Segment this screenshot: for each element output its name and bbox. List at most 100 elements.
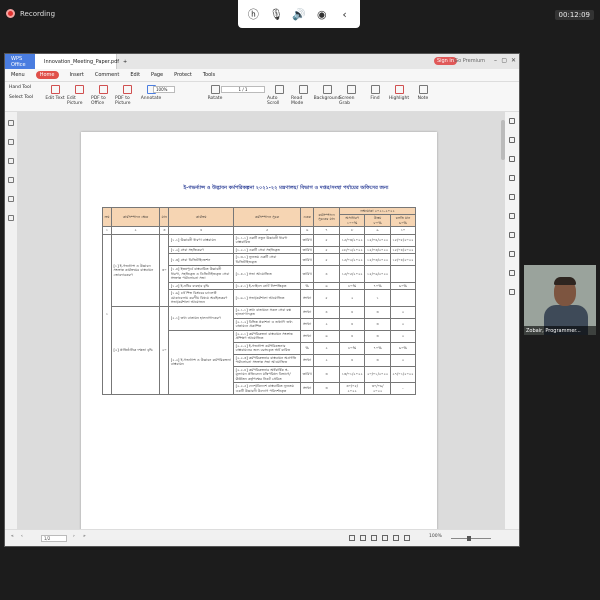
zoom-slider[interactable] (451, 538, 491, 539)
status-page-input[interactable]: 1/2 (41, 535, 67, 542)
menu-protect[interactable]: Protect (174, 72, 192, 78)
fit-page-icon[interactable] (393, 535, 399, 541)
maximize-icon[interactable]: ▢ (501, 57, 507, 64)
find-icon (370, 85, 380, 94)
document-icon[interactable] (509, 137, 515, 143)
zoom-slider-knob[interactable] (467, 536, 471, 541)
pdf-to-office-button[interactable]: PDF to Office (91, 85, 115, 106)
note-button[interactable]: Note (411, 85, 435, 101)
split-icon[interactable] (509, 232, 515, 238)
page-number-input[interactable]: 1 / 1 (221, 86, 265, 93)
target-cell: ১৩/০১/২০২২ (338, 365, 366, 384)
edit-picture-button[interactable]: Edit Picture (67, 85, 91, 106)
weight-cell: ৬ (313, 329, 340, 343)
view-mode-icons (349, 535, 410, 541)
back-icon[interactable]: ‹ (338, 7, 352, 21)
target-cell: ২ (389, 353, 417, 367)
target-level-current: চলতি মান ৬০% (389, 214, 417, 228)
thumbnail-icon[interactable] (7, 139, 14, 145)
mark-cell: ৩০ (159, 233, 170, 307)
continuous-icon[interactable] (371, 535, 377, 541)
nav-first-icon[interactable]: « (11, 534, 14, 539)
find-button[interactable]: Find (363, 85, 387, 101)
indicator-cell: [২.২.৩] কর্মপরিকল্পনার বাস্তবায়ন অগ্রগত… (233, 353, 302, 367)
area-cell: [১] ই-গভর্ন্যান্স ও উদ্ভাবন সংক্রান্ত কা… (111, 233, 161, 307)
weight-cell: ২ (313, 341, 340, 355)
unit-cell: সংখ্যা (300, 305, 315, 319)
background-button[interactable]: Background (314, 85, 340, 101)
hp-logo-icon[interactable]: ⓗ (246, 7, 260, 21)
pointer-tools: Hand Tool Select Tool (9, 85, 37, 100)
find-label: Find (370, 96, 380, 101)
broadcast-icon[interactable]: ◉ (315, 7, 329, 21)
indicator-cell: [১.৬.১] সভা/কর্মশালা আয়োজিত (233, 289, 302, 307)
tab-document[interactable]: Innovation_Meeting_Paper.pdf (35, 54, 120, 69)
fullscreen-icon[interactable] (404, 535, 410, 541)
go-premium-button[interactable]: Go Premium (454, 58, 485, 64)
settings-icon[interactable] (509, 175, 515, 181)
close-panel-icon[interactable] (509, 118, 515, 124)
bookmark-icon[interactable] (7, 120, 14, 126)
document-area[interactable]: ই-গভর্ন্যান্স ও উদ্ভাবন কর্মপরিকল্পনা ২০… (17, 112, 507, 533)
share-icon[interactable] (509, 289, 515, 295)
highlight-button[interactable]: Highlight (387, 85, 411, 101)
nav-prev-icon[interactable]: ‹ (21, 534, 23, 539)
new-tab-button[interactable]: + (117, 54, 133, 69)
auto-scroll-button[interactable]: Auto Scroll (267, 85, 291, 106)
screen-grab-button[interactable]: Screen Grab (339, 85, 363, 106)
menu-edit[interactable]: Edit (130, 72, 140, 78)
volume-icon[interactable]: 🔊 (292, 7, 306, 21)
signature-icon[interactable] (7, 177, 14, 183)
indicator-cell: [১.২.১] একটি সেবা সহজিকৃত (233, 245, 302, 255)
pdf-to-picture-button[interactable]: PDF to Picture (115, 85, 139, 106)
target-cell: ৩ (364, 329, 391, 343)
target-cell: ৩০/০৬/ ২০২২ (364, 382, 391, 396)
minimize-icon[interactable]: – (494, 57, 497, 64)
rotate-label: Rotate (207, 96, 223, 101)
print-icon[interactable] (509, 270, 515, 276)
menu-main[interactable]: Menu (11, 72, 25, 78)
microphone-icon[interactable]: 🎙 (269, 7, 283, 21)
recording-indicator: Recording (6, 9, 55, 18)
edit-text-button[interactable]: Edit Text (43, 85, 67, 101)
hand-tool-button[interactable]: Hand Tool (9, 85, 37, 90)
weight-cell: ৩ (313, 365, 340, 384)
attachment-icon[interactable] (7, 158, 14, 164)
translate-icon[interactable] (509, 213, 515, 219)
note-label: Note (417, 96, 429, 101)
menu-tools[interactable]: Tools (203, 72, 215, 78)
nav-last-icon[interactable]: » (83, 534, 86, 539)
warning-icon[interactable] (7, 196, 14, 202)
menu-insert[interactable]: Insert (70, 72, 84, 78)
column-number: ৬ (300, 226, 315, 235)
double-page-icon[interactable] (360, 535, 366, 541)
select-tool-button[interactable]: Select Tool (9, 95, 37, 100)
close-icon[interactable]: ✕ (511, 57, 516, 64)
compress-icon[interactable] (509, 251, 515, 257)
single-page-icon[interactable] (349, 535, 355, 541)
activity-cell: [১.৬] ৪র্থ শিল্প বিপ্লবের চ্যালেঞ্জ মোকা… (168, 289, 235, 307)
read-mode-button[interactable]: Read Mode (291, 85, 315, 106)
target-cell: ১৫/০৩/২০২২ (338, 233, 366, 247)
target-cell: ১৫/০৪/২০২২ (389, 253, 417, 267)
table-row: [২] প্রাতিষ্ঠানিক দক্ষতা বৃদ্ধি ২০ [২.১]… (103, 305, 417, 396)
participant-video[interactable]: Zobair, Programmer... (524, 265, 596, 335)
menu-bar: Menu Home Insert Comment Edit Page Prote… (5, 69, 519, 82)
weight-cell: ৫ (313, 289, 340, 307)
fit-width-icon[interactable] (382, 535, 388, 541)
target-cell: ১৫/০৩/২০২২ (364, 253, 391, 267)
tab-wps-office[interactable]: WPS Office (5, 54, 35, 69)
layers-icon[interactable] (7, 215, 14, 221)
convert-icon[interactable] (509, 194, 515, 200)
tab-document-label: Innovation_Meeting_Paper.pdf (44, 58, 120, 65)
column-number: ৩ (159, 226, 170, 235)
edit-icon[interactable] (509, 156, 515, 162)
menu-comment[interactable]: Comment (95, 72, 120, 78)
nav-next-icon[interactable]: › (73, 534, 75, 539)
status-zoom-level[interactable]: 100% (429, 534, 442, 539)
menu-page[interactable]: Page (151, 72, 163, 78)
unit-cell: সংখ্যা (300, 329, 315, 343)
menu-home[interactable]: Home (35, 71, 59, 79)
rotate-icon (210, 85, 220, 94)
zoom-select[interactable]: 100% (153, 86, 175, 93)
